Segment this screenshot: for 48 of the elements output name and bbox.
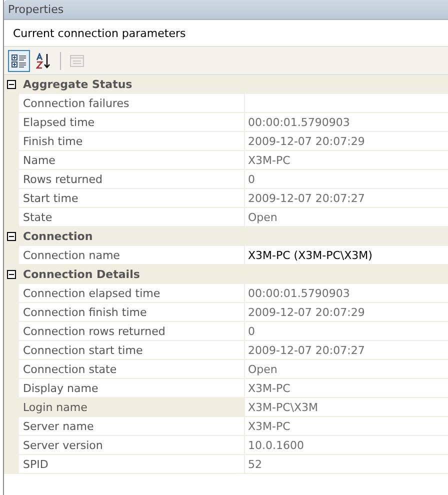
property-value[interactable]: Open [245, 208, 448, 227]
category-name: Connection [22, 230, 93, 243]
property-name[interactable]: Server name [19, 417, 245, 436]
property-name[interactable]: Connection rows returned [19, 322, 245, 341]
property-name[interactable]: State [19, 208, 245, 227]
property-name[interactable]: Start time [19, 189, 245, 208]
property-pages-icon [69, 52, 85, 68]
category-name: Connection Details [22, 268, 140, 281]
panel-title: Properties [8, 3, 64, 16]
property-value[interactable]: 2009-12-07 20:07:29 [245, 303, 448, 322]
category-header[interactable]: Connection Details [4, 265, 448, 284]
property-value[interactable]: 2009-12-07 20:07:27 [245, 189, 448, 208]
property-value[interactable]: 52 [245, 455, 448, 474]
property-name[interactable]: Connection finish time [19, 303, 245, 322]
collapse-icon[interactable] [7, 80, 16, 89]
property-name[interactable]: SPID [19, 455, 245, 474]
property-value[interactable]: X3M-PC\X3M [245, 398, 448, 417]
property-name[interactable]: Server version [19, 436, 245, 455]
category-name: Aggregate Status [22, 78, 132, 91]
property-value[interactable]: 2009-12-07 20:07:29 [245, 132, 448, 151]
property-name[interactable]: Finish time [19, 132, 245, 151]
property-value[interactable]: X3M-PC [245, 417, 448, 436]
property-value[interactable]: 00:00:01.5790903 [245, 284, 448, 303]
property-value[interactable]: X3M-PC (X3M-PC\X3M) [245, 246, 448, 265]
property-value[interactable]: Open [245, 360, 448, 379]
property-name[interactable]: Connection start time [19, 341, 245, 360]
property-name[interactable]: Name [19, 151, 245, 170]
category-header[interactable]: Aggregate Status [4, 75, 448, 94]
property-value[interactable]: X3M-PC [245, 379, 448, 398]
sort-az-icon [36, 52, 52, 68]
property-name[interactable]: Connection elapsed time [19, 284, 245, 303]
categorized-list-icon [11, 52, 27, 68]
property-value[interactable]: 2009-12-07 20:07:27 [245, 341, 448, 360]
property-name[interactable]: Connection state [19, 360, 245, 379]
property-name[interactable]: Display name [19, 379, 245, 398]
property-name[interactable]: Rows returned [19, 170, 245, 189]
property-name[interactable]: Connection failures [19, 94, 245, 113]
property-value[interactable]: 0 [245, 322, 448, 341]
property-name[interactable]: Connection name [19, 246, 245, 265]
property-name[interactable]: Elapsed time [19, 113, 245, 132]
category-header[interactable]: Connection [4, 227, 448, 246]
property-value[interactable]: 0 [245, 170, 448, 189]
categorized-button[interactable] [8, 50, 30, 72]
property-value[interactable]: 10.0.1600 [245, 436, 448, 455]
collapse-icon[interactable] [7, 270, 16, 279]
property-value[interactable]: X3M-PC [245, 151, 448, 170]
collapse-icon[interactable] [7, 232, 16, 241]
property-value[interactable]: 00:00:01.5790903 [245, 113, 448, 132]
